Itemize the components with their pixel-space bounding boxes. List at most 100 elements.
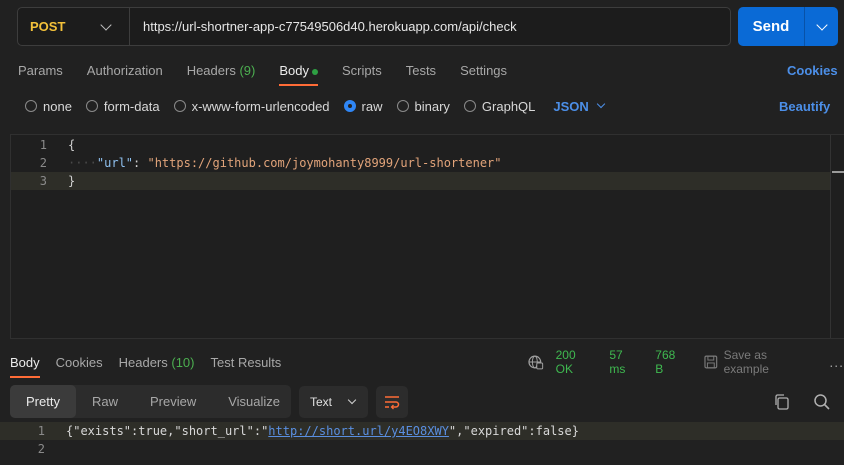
radio-label: form-data bbox=[103, 98, 160, 114]
editor-line: 1 { bbox=[11, 136, 831, 154]
code-text: { bbox=[68, 138, 75, 152]
chevron-down-icon bbox=[100, 18, 112, 31]
tab-label: Authorization bbox=[86, 63, 163, 78]
format-select[interactable]: Text bbox=[299, 386, 368, 418]
tab-label: Body bbox=[279, 63, 309, 78]
tab-count: (10) bbox=[171, 355, 195, 370]
search-icon[interactable] bbox=[812, 392, 832, 412]
radio-label: binary bbox=[414, 98, 450, 114]
tab-label: Headers bbox=[186, 63, 236, 78]
radio-circle-icon bbox=[343, 100, 356, 112]
tab-label: Tests bbox=[405, 63, 437, 78]
response-json-start: {"exists":true,"short_url":" bbox=[66, 424, 269, 438]
beautify-button[interactable]: Beautify bbox=[779, 99, 830, 114]
tab-response-headers[interactable]: Headers (10) bbox=[119, 348, 195, 378]
response-line: 2 bbox=[0, 440, 45, 458]
indent-whitespace: ···· bbox=[68, 156, 97, 170]
view-mode-toggle: Pretty Raw Preview Visualize bbox=[10, 385, 291, 418]
radio-label: x-www-form-urlencoded bbox=[191, 98, 330, 114]
method-select[interactable]: POST bbox=[18, 8, 130, 45]
network-globe-icon[interactable] bbox=[528, 354, 544, 370]
response-size[interactable]: 768 B bbox=[655, 348, 686, 376]
radio-label: raw bbox=[361, 98, 383, 114]
request-body-editor[interactable]: 1 { 2 ····"url": "https://github.com/joy… bbox=[10, 134, 844, 339]
more-options-icon[interactable]: ... bbox=[829, 354, 844, 370]
response-text: {"exists":true,"short_url":"http://short… bbox=[66, 424, 579, 438]
url-input[interactable] bbox=[130, 8, 730, 45]
language-select[interactable]: JSON bbox=[553, 98, 606, 114]
save-as-example-button[interactable]: Save as example bbox=[704, 348, 813, 376]
line-number: 2 bbox=[37, 442, 45, 456]
body-type-radios: none form-data x-www-form-urlencoded raw… bbox=[25, 97, 606, 115]
json-key: "url" bbox=[96, 156, 134, 170]
tab-headers[interactable]: Headers (9) bbox=[187, 56, 256, 86]
response-time[interactable]: 57 ms bbox=[609, 348, 641, 376]
json-value: "https://github.com/joymohanty8999/url-s… bbox=[147, 156, 502, 170]
save-icon bbox=[704, 355, 718, 369]
tab-settings[interactable]: Settings bbox=[460, 56, 507, 86]
response-line: 1 {"exists":true,"short_url":"http://sho… bbox=[0, 422, 844, 440]
chevron-down-icon bbox=[347, 395, 357, 405]
radio-label: GraphQL bbox=[481, 98, 536, 114]
short-url-link[interactable]: http://short.url/y4EO8XWY bbox=[268, 424, 449, 438]
radio-circle-icon bbox=[396, 100, 409, 112]
tab-tests[interactable]: Tests bbox=[406, 56, 436, 86]
method-label: POST bbox=[30, 19, 66, 34]
send-dropdown-button[interactable] bbox=[805, 7, 838, 46]
request-tabs: Params Authorization Headers (9) Body Sc… bbox=[18, 56, 531, 86]
copy-icon[interactable] bbox=[772, 392, 792, 412]
tab-label: Headers bbox=[118, 355, 168, 370]
tab-response-body[interactable]: Body bbox=[10, 348, 40, 378]
radio-circle-icon bbox=[463, 100, 476, 112]
code-text: } bbox=[68, 174, 75, 188]
editor-scrollbar-marker[interactable] bbox=[832, 171, 844, 173]
line-number: 1 bbox=[37, 424, 45, 438]
tab-response-cookies[interactable]: Cookies bbox=[56, 348, 103, 378]
send-button-group: Send bbox=[738, 7, 838, 46]
wrap-lines-button[interactable] bbox=[376, 386, 408, 418]
tab-count: (9) bbox=[239, 63, 256, 78]
radio-circle-icon bbox=[173, 100, 186, 112]
save-as-example-label: Save as example bbox=[723, 348, 769, 376]
code-text: ····"url": "https://github.com/joymohant… bbox=[68, 156, 502, 170]
response-tabs: Body Cookies Headers (10) Test Results bbox=[10, 348, 297, 378]
tab-label: Params bbox=[18, 63, 63, 78]
response-json-end: ","expired":false} bbox=[448, 424, 579, 438]
view-pretty[interactable]: Pretty bbox=[10, 385, 76, 418]
view-raw[interactable]: Raw bbox=[76, 385, 134, 418]
line-number: 1 bbox=[39, 138, 47, 152]
brace: } bbox=[68, 174, 76, 188]
brace: { bbox=[68, 138, 76, 152]
line-number: 2 bbox=[39, 156, 47, 170]
response-status-bar: 200 OK 57 ms 768 B Save as example ... bbox=[528, 348, 844, 376]
tab-test-results[interactable]: Test Results bbox=[211, 348, 282, 378]
tab-authorization[interactable]: Authorization bbox=[87, 56, 163, 86]
wrap-lines-icon bbox=[385, 396, 400, 410]
send-button[interactable]: Send bbox=[738, 7, 805, 46]
chevron-down-icon bbox=[815, 18, 828, 31]
radio-urlencoded[interactable]: x-www-form-urlencoded bbox=[173, 98, 330, 114]
radio-form-data[interactable]: form-data bbox=[85, 98, 160, 114]
chevron-down-icon bbox=[596, 99, 606, 109]
tab-label: Test Results bbox=[210, 355, 282, 370]
tab-body[interactable]: Body bbox=[279, 56, 318, 86]
radio-binary[interactable]: binary bbox=[396, 98, 450, 114]
view-preview[interactable]: Preview bbox=[134, 385, 212, 418]
format-label: Text bbox=[310, 395, 333, 409]
radio-raw[interactable]: raw bbox=[343, 98, 383, 114]
editor-scrollbar-track bbox=[830, 135, 831, 338]
radio-label: none bbox=[43, 98, 72, 114]
active-dot-icon bbox=[311, 68, 318, 75]
json-colon: : bbox=[133, 156, 148, 170]
tab-scripts[interactable]: Scripts bbox=[342, 56, 382, 86]
radio-none[interactable]: none bbox=[25, 99, 72, 114]
cookies-link[interactable]: Cookies bbox=[787, 63, 838, 78]
language-label: JSON bbox=[553, 98, 589, 114]
status-code[interactable]: 200 OK bbox=[556, 348, 596, 376]
line-number: 3 bbox=[39, 174, 47, 188]
view-visualize[interactable]: Visualize bbox=[212, 385, 296, 418]
editor-line-current: 3 } bbox=[11, 172, 831, 190]
radio-graphql[interactable]: GraphQL bbox=[463, 98, 536, 114]
tab-params[interactable]: Params bbox=[18, 56, 63, 86]
radio-circle-icon bbox=[25, 100, 37, 112]
